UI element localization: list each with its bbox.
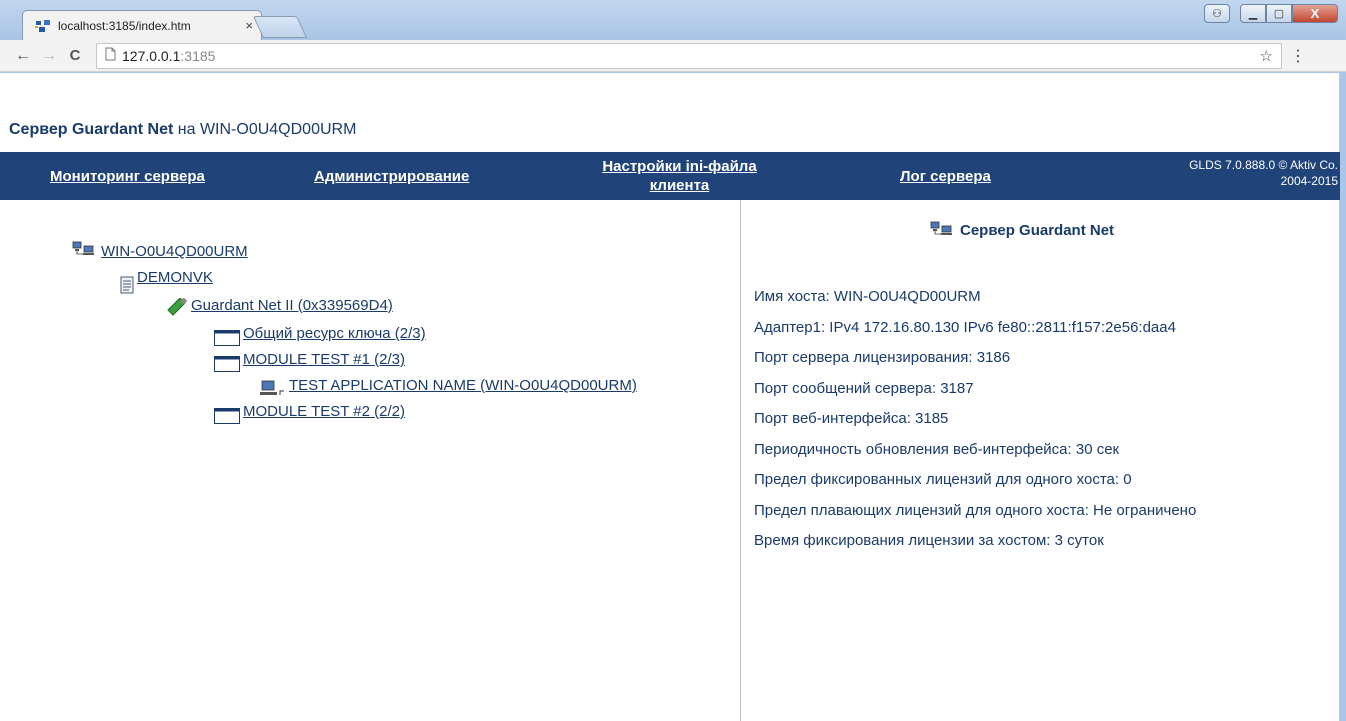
tree-key-link[interactable]: Guardant Net II (0x339569D4) [191,297,393,314]
info-license-port: Порт сервера лицензирования: 3186 [754,349,1011,366]
page-icon [105,47,116,64]
network-grid-icon [35,19,51,33]
info-hostname: Имя хоста: WIN-O0U4QD00URM [754,288,981,305]
browser-menu-icon[interactable]: ⋮ [1290,46,1306,66]
page-title: Сервер Guardant Net на WIN-O0U4QD00URM [9,121,356,139]
server-tree-pane: WIN-O0U4QD00URM DEMONVK Guardant Net II … [0,200,741,721]
page-title-bold: Сервер Guardant Net [9,121,174,138]
window-icon [214,330,240,350]
tree-group-node: DEMONVK [120,269,213,294]
tree-module-shared-node: Общий ресурс ключа (2/3) [214,325,426,346]
window-icon [214,408,240,428]
nav-monitoring-link[interactable]: Мониторинг сервера [50,167,205,186]
tree-host-link[interactable]: WIN-O0U4QD00URM [101,243,248,260]
tree-module2-link[interactable]: MODULE TEST #2 (2/2) [243,403,405,420]
info-web-port: Порт веб-интерфейса: 3185 [754,410,949,427]
tree-application-link[interactable]: TEST APPLICATION NAME (WIN-O0U4QD00URM) [289,377,637,394]
forward-button[interactable]: → [38,47,60,65]
info-title: Сервер Guardant Net [930,220,1114,240]
info-adapter: Адаптер1: IPv4 172.16.80.130 IPv6 fe80::… [754,318,1176,336]
info-floating-license-limit: Предел плавающих лицензий для одного хос… [754,501,1197,519]
url-port: :3185 [180,47,216,64]
tree-application-node: TEST APPLICATION NAME (WIN-O0U4QD00URM) [260,377,637,395]
server-info-pane: Сервер Guardant Net Имя хоста: WIN-O0U4Q… [742,200,1340,721]
window-icon [214,356,240,376]
document-list-icon [120,276,134,298]
close-window-button[interactable]: X [1292,4,1338,23]
page-content: Сервер Guardant Net на WIN-O0U4QD00URM М… [0,73,1340,721]
nav-server-log-link[interactable]: Лог сервера [900,167,991,186]
info-message-port: Порт сообщений сервера: 3187 [754,379,974,397]
usb-dongle-icon [166,297,188,320]
copyright-years: 2004-2015 [1280,174,1338,188]
server-info-lines: Имя хоста: WIN-O0U4QD00URM Адаптер1: IPv… [754,282,1196,557]
tree-module1-link[interactable]: MODULE TEST #1 (2/3) [243,351,405,368]
version-info: GLDS 7.0.888.0 © Aktiv Co. 2004-2015 [1189,157,1338,189]
back-button[interactable]: ← [12,47,34,65]
version-line: GLDS 7.0.888.0 © Aktiv Co. [1189,158,1338,172]
new-tab-button[interactable] [252,16,308,38]
address-bar[interactable]: 127.0.0.1:3185 ☆ [96,42,1282,69]
url-host: 127.0.0.1 [122,47,181,64]
info-title-text: Сервер Guardant Net [960,221,1115,239]
bookmark-star-icon[interactable]: ☆ [1260,47,1273,65]
network-computers-icon [72,240,98,260]
info-refresh-interval: Периодичность обновления веб-интерфейса:… [754,440,1120,458]
info-fixed-license-limit: Предел фиксированных лицензий для одного… [754,471,1132,488]
tree-group-link[interactable]: DEMONVK [137,269,213,286]
browser-titlebar: localhost:3185/index.htm × ⚇ ▁ ▢ X [0,0,1346,40]
computer-icon [260,380,286,400]
page-title-host: на WIN-O0U4QD00URM [177,121,357,138]
network-computers-icon [930,220,956,240]
tree-key-node: Guardant Net II (0x339569D4) [166,297,393,316]
tab-close-icon[interactable]: × [245,18,253,33]
user-profile-icon[interactable]: ⚇ [1204,4,1230,23]
maximize-button[interactable]: ▢ [1266,4,1292,23]
tree-host-node: WIN-O0U4QD00URM [72,240,248,260]
main-navigation: Мониторинг сервера Администрирование Нас… [0,152,1340,200]
browser-toolbar: ← → C 127.0.0.1:3185 ☆ ⋮ [0,40,1346,72]
info-license-fix-time: Время фиксирования лицензии за хостом: 3… [754,532,1104,549]
minimize-button[interactable]: ▁ [1240,4,1266,23]
nav-administration-link[interactable]: Администрирование [314,167,469,186]
nav-ini-settings-link[interactable]: Настройки ini-файла клиента [572,157,787,195]
tab-title: localhost:3185/index.htm [58,18,191,33]
tree-module2-node: MODULE TEST #2 (2/2) [214,403,405,424]
tree-module1-node: MODULE TEST #1 (2/3) [214,351,405,372]
tree-module-shared-link[interactable]: Общий ресурс ключа (2/3) [243,325,426,342]
browser-tab[interactable]: localhost:3185/index.htm × [22,10,262,40]
reload-button[interactable]: C [64,47,86,64]
